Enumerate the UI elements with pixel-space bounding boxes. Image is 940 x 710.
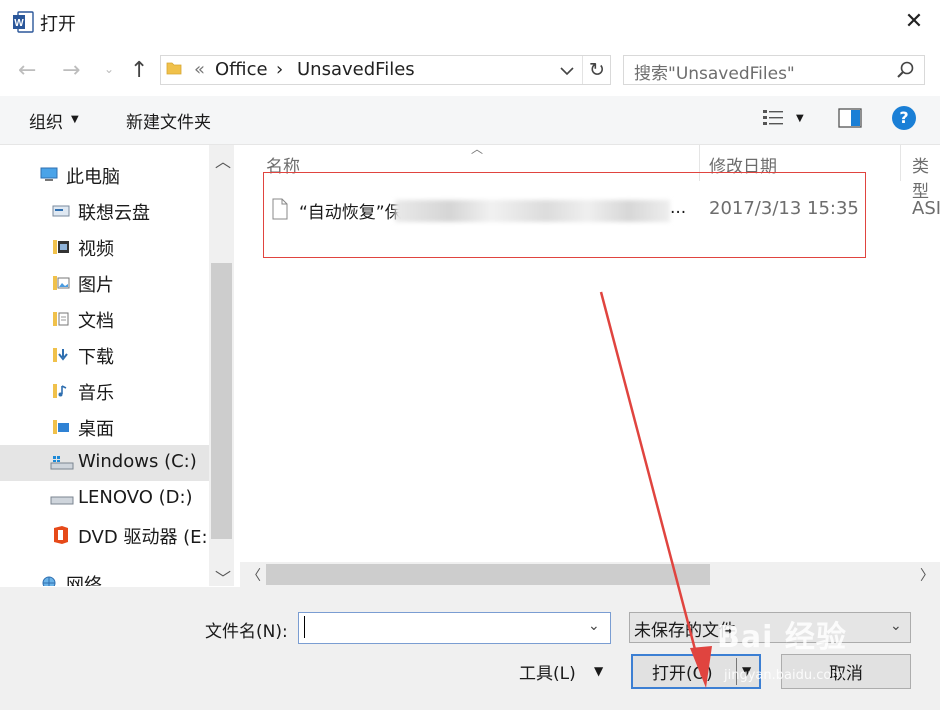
downloads-folder-icon <box>53 348 68 362</box>
caret-down-icon[interactable]: ▼ <box>71 114 79 125</box>
nav-item-videos[interactable]: 视频 <box>0 229 209 265</box>
text-cursor <box>304 616 305 638</box>
recent-locations-chevron-icon[interactable]: ⌄ <box>104 62 114 76</box>
nav-item-label: Windows (C:) <box>78 451 197 472</box>
nav-item-label: 图片 <box>78 275 114 296</box>
svg-text:W: W <box>14 18 24 29</box>
preview-pane-icon[interactable] <box>838 108 862 128</box>
nav-item-this-pc[interactable]: 此电脑 <box>0 157 209 193</box>
nav-item-label: 视频 <box>78 239 114 260</box>
pictures-folder-icon <box>53 276 70 290</box>
word-app-icon: W <box>13 11 34 33</box>
navigation-pane: 此电脑 联想云盘 视频 图片 文档 下载 音乐 桌面 Windows (C:) … <box>0 145 234 586</box>
nav-item-label: DVD 驱动器 (E:) <box>78 527 215 548</box>
search-placeholder: 搜索"UnsavedFiles" <box>634 64 795 84</box>
organize-button[interactable]: 组织 <box>29 108 63 133</box>
search-icon[interactable] <box>896 60 916 80</box>
scroll-down-icon[interactable]: ﹀ <box>215 565 231 589</box>
nav-item-dvd-drive[interactable]: DVD 驱动器 (E:) <box>0 517 215 553</box>
sort-ascending-icon: ︿ <box>471 142 484 156</box>
breadcrumb-unsavedfiles[interactable]: UnsavedFiles <box>297 59 415 80</box>
horizontal-scrollbar-thumb[interactable] <box>266 564 710 585</box>
open-button-label[interactable]: 打开(O) <box>652 659 713 684</box>
breadcrumb-overflow[interactable]: « <box>194 59 205 80</box>
refresh-icon[interactable]: ↻ <box>582 56 611 84</box>
nav-item-label: 桌面 <box>78 419 114 440</box>
nav-item-drive-d[interactable]: LENOVO (D:) <box>0 481 209 517</box>
nav-scrollbar-thumb[interactable] <box>211 263 232 539</box>
chevron-down-icon[interactable]: ⌄ <box>588 618 600 634</box>
scroll-left-icon[interactable]: 〈 <box>247 565 261 585</box>
breadcrumb-office[interactable]: Office <box>215 59 268 80</box>
window-title: 打开 <box>40 14 76 35</box>
column-divider[interactable] <box>900 145 901 181</box>
nav-item-label: 文档 <box>78 311 114 332</box>
close-button[interactable]: ✕ <box>896 6 932 38</box>
nav-item-label: 网络 <box>66 575 102 586</box>
watermark-url: jingyan.baidu.com <box>724 668 844 683</box>
drive-c-icon <box>50 456 74 470</box>
watermark-logo: Bai 经验 <box>717 620 847 655</box>
nav-item-label: LENOVO (D:) <box>78 487 193 508</box>
nav-item-desktop[interactable]: 桌面 <box>0 409 209 445</box>
up-arrow-icon[interactable]: ↑ <box>130 58 148 83</box>
video-folder-icon <box>53 240 69 254</box>
nav-item-pictures[interactable]: 图片 <box>0 265 209 301</box>
caret-down-icon[interactable]: ▼ <box>796 113 804 124</box>
drive-d-icon <box>50 496 74 505</box>
nav-item-label: 音乐 <box>78 383 114 404</box>
title-bar <box>0 0 940 44</box>
nav-item-music[interactable]: 音乐 <box>0 373 209 409</box>
file-type: ASI <box>912 198 940 219</box>
documents-folder-icon <box>53 312 69 326</box>
new-folder-button[interactable]: 新建文件夹 <box>126 108 211 133</box>
nav-item-documents[interactable]: 文档 <box>0 301 209 337</box>
nav-item-downloads[interactable]: 下载 <box>0 337 209 373</box>
help-icon[interactable]: ? <box>892 106 916 130</box>
forward-arrow-icon[interactable]: → <box>62 58 80 83</box>
dvd-drive-icon <box>54 526 68 544</box>
nav-item-label: 下载 <box>78 347 114 368</box>
column-header-type[interactable]: 类型 <box>912 152 940 202</box>
chevron-down-icon[interactable]: ⌄ <box>890 618 902 634</box>
view-options-icon[interactable] <box>762 107 784 129</box>
cloud-drive-icon <box>52 205 70 217</box>
scroll-right-icon[interactable]: 〉 <box>920 565 934 585</box>
nav-item-drive-c[interactable]: Windows (C:) <box>0 445 209 481</box>
nav-item-label: 此电脑 <box>66 167 120 188</box>
caret-down-icon[interactable]: ▼ <box>594 664 603 678</box>
nav-item-label: 联想云盘 <box>78 203 150 224</box>
filename-label: 文件名(N): <box>205 622 288 642</box>
nav-item-cloud-drive[interactable]: 联想云盘 <box>0 193 209 229</box>
scroll-up-icon[interactable]: ︿ <box>215 148 231 172</box>
music-folder-icon <box>53 384 67 398</box>
annotation-highlight-box <box>263 172 866 258</box>
tools-button[interactable]: 工具(L) <box>519 659 576 684</box>
desktop-folder-icon <box>53 420 69 434</box>
chevron-down-icon[interactable] <box>556 58 578 82</box>
computer-icon <box>40 167 58 181</box>
folder-icon <box>166 62 182 75</box>
breadcrumb-separator[interactable]: › <box>276 59 283 80</box>
nav-item-network[interactable]: 网络 <box>0 565 209 586</box>
back-arrow-icon[interactable]: ← <box>18 58 36 83</box>
filename-input[interactable] <box>298 612 611 644</box>
network-icon <box>42 576 56 586</box>
